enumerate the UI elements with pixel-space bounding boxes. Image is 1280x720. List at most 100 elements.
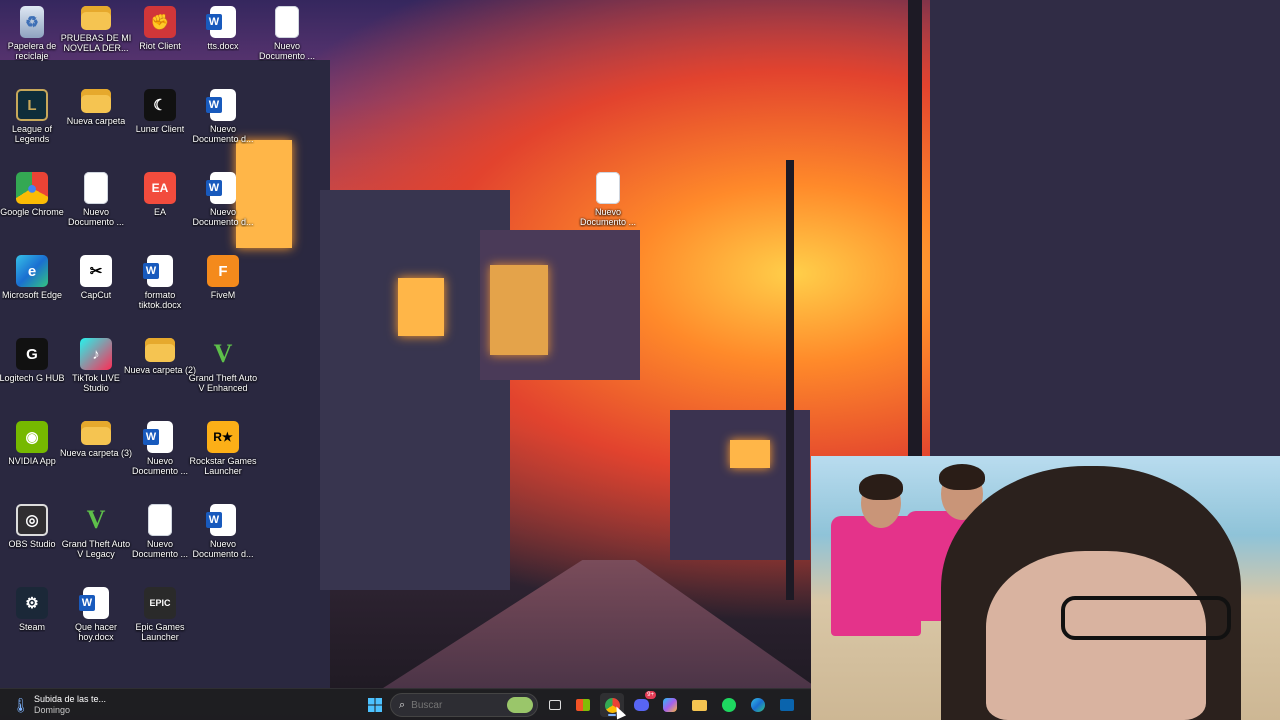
- taskbar-edge-button[interactable]: [746, 693, 770, 717]
- webcam-person-glasses: [1061, 596, 1231, 640]
- edge-icon: [751, 698, 765, 712]
- webcam-figure: [939, 464, 985, 490]
- desktop-icon-nuevo-documento-txt[interactable]: Nuevo Documento ...: [570, 168, 646, 248]
- taskbar-outlook-button[interactable]: [775, 693, 799, 717]
- gta-icon: V: [213, 339, 233, 368]
- desktop-icon-nuevo-documento-word[interactable]: Nuevo Documento d...: [185, 168, 261, 248]
- desktop-icon-label: Lunar Client: [135, 124, 185, 134]
- weather-thermometer-icon: 🌡: [12, 697, 30, 713]
- weather-text: Subida de las te... Domingo: [34, 694, 106, 716]
- logitech-icon: G: [16, 338, 48, 370]
- start-button[interactable]: [363, 693, 387, 717]
- wallpaper-house-mid: [320, 190, 510, 590]
- notification-badge: 9+: [645, 691, 656, 699]
- weather-headline: Subida de las te...: [34, 694, 107, 704]
- text-doc-icon: [596, 172, 620, 204]
- desktop-icon-label: tts.docx: [207, 41, 239, 51]
- wallpaper-window: [490, 265, 548, 355]
- word-doc-icon: [143, 421, 173, 453]
- wallpaper-house-right: [930, 0, 1280, 456]
- edge-icon: e: [16, 255, 48, 287]
- desktop-icon-label: Nuevo Documento d...: [192, 539, 254, 559]
- desktop-icon-label: Riot Client: [139, 41, 181, 51]
- desktop-icon-label: Rockstar Games Launcher: [189, 456, 257, 476]
- desktop-icon-label: Nuevo Documento ...: [579, 207, 637, 227]
- desktop-icon-fivem[interactable]: F FiveM: [185, 251, 261, 331]
- discord-icon: [633, 699, 649, 711]
- wallpaper-window: [730, 440, 770, 468]
- word-doc-icon: [79, 587, 109, 619]
- desktop-icon-label: EA: [153, 207, 166, 217]
- task-view-icon: [549, 700, 561, 710]
- ea-icon: EA: [144, 172, 176, 204]
- word-doc-icon: [206, 172, 236, 204]
- lunar-client-icon: ☾: [144, 89, 176, 121]
- desktop-icon-epic-games[interactable]: EPIC Epic Games Launcher: [122, 583, 198, 663]
- text-doc-icon: [84, 172, 108, 204]
- chrome-icon: ●: [16, 172, 48, 204]
- outlook-icon: [780, 699, 794, 711]
- steam-icon: ⚙: [16, 587, 48, 619]
- fivem-icon: F: [207, 255, 239, 287]
- word-doc-icon: [206, 6, 236, 38]
- desktop-icon-nuevo-documento-word[interactable]: Nuevo Documento d...: [185, 500, 261, 580]
- obs-icon: ◎: [16, 504, 48, 536]
- windows-logo-icon: [368, 698, 382, 712]
- word-doc-icon: [206, 89, 236, 121]
- nvidia-icon: ◉: [16, 421, 48, 453]
- taskbar-copilot-button[interactable]: [658, 693, 682, 717]
- desktop-icon-label: Microsoft Edge: [1, 290, 63, 300]
- riot-client-icon: ✊: [144, 6, 176, 38]
- text-doc-icon: [148, 504, 172, 536]
- desktop-icon-label: Google Chrome: [0, 207, 64, 217]
- taskbar-file-explorer-button[interactable]: [687, 693, 711, 717]
- taskbar: 🌡 Subida de las te... Domingo ⌕ 9+: [0, 688, 811, 720]
- desktop-icon-label: Steam: [18, 622, 45, 632]
- desktop-icon-label: Logitech G HUB: [0, 373, 65, 383]
- copilot-icon: [663, 698, 677, 712]
- webcam-figure: [859, 474, 903, 500]
- league-icon: L: [16, 89, 48, 121]
- taskbar-discord-button[interactable]: 9+: [629, 691, 656, 717]
- desktop-icon-gta-enhanced[interactable]: V Grand Theft Auto V Enhanced: [185, 334, 261, 414]
- capcut-icon: ✂: [80, 255, 112, 287]
- wallpaper-window: [398, 278, 444, 336]
- folder-icon: [691, 699, 707, 711]
- desktop-icon-label: CapCut: [80, 290, 112, 300]
- search-highlight-icon: [507, 697, 533, 713]
- search-input[interactable]: [411, 699, 502, 711]
- microsoft-store-icon: [576, 699, 590, 711]
- desktop-icon-label: Nueva carpeta: [66, 116, 126, 126]
- gta-icon: V: [86, 505, 106, 534]
- wallpaper-house-far: [670, 410, 810, 560]
- taskbar-spotify-button[interactable]: [717, 693, 741, 717]
- word-doc-icon: [206, 504, 236, 536]
- desktop-icon-nuevo-documento-word[interactable]: Nuevo Documento d...: [185, 85, 261, 165]
- desktop-icon-nuevo-documento-txt[interactable]: Nuevo Documento ...: [249, 2, 325, 82]
- taskbar-search-box[interactable]: ⌕: [390, 693, 538, 717]
- task-view-button[interactable]: [543, 693, 567, 717]
- desktop-icon-label: Epic Games Launcher: [135, 622, 185, 642]
- taskbar-store-button[interactable]: [571, 693, 595, 717]
- folder-icon: [81, 6, 111, 30]
- tiktok-icon: ♪: [80, 338, 112, 370]
- desktop-icon-label: Nuevo Documento d...: [192, 207, 254, 227]
- desktop-icon-rockstar-launcher[interactable]: R★ Rockstar Games Launcher: [185, 417, 261, 497]
- search-icon: ⌕: [399, 698, 406, 711]
- word-doc-icon: [143, 255, 173, 287]
- rockstar-icon: R★: [207, 421, 239, 453]
- wallpaper-utility-pole: [908, 0, 922, 456]
- desktop-icon-label: OBS Studio: [8, 539, 56, 549]
- desktop-icon-label: Nuevo Documento ...: [258, 41, 316, 61]
- spotify-icon: [722, 698, 736, 712]
- desktop-icon-label: Nuevo Documento d...: [192, 124, 254, 144]
- weather-day: Domingo: [34, 705, 71, 715]
- wallpaper-utility-pole: [786, 160, 794, 600]
- wallpaper-street: [380, 560, 820, 690]
- weather-widget[interactable]: 🌡 Subida de las te... Domingo: [12, 692, 106, 718]
- desktop-icon-label: NVIDIA App: [8, 456, 56, 466]
- wallpaper-window: [398, 278, 444, 336]
- desktop-icon-label: FiveM: [210, 290, 236, 300]
- wallpaper-tower: [480, 230, 640, 380]
- folder-icon: [81, 89, 111, 113]
